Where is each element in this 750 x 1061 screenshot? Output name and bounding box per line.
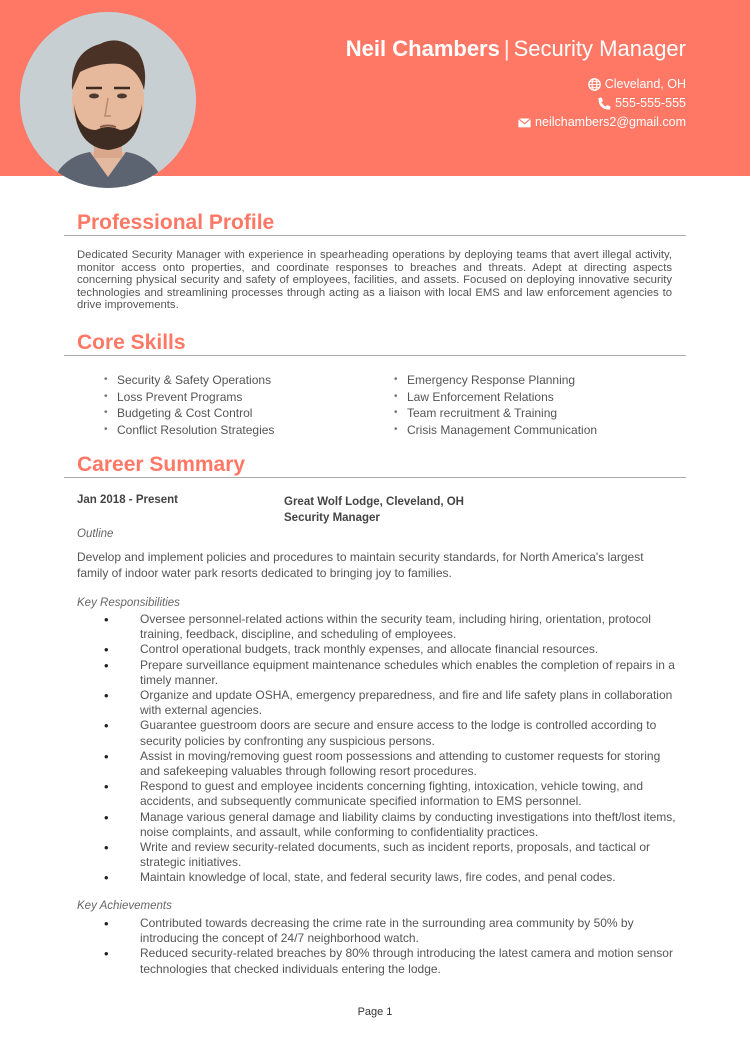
bullet-icon: • [104,657,109,673]
bullet-icon: • [104,946,109,962]
bullet-icon: • [104,779,109,795]
page-number: Page 1 [357,1006,393,1018]
bullet-icon: • [104,423,108,435]
bullet-icon: • [104,840,109,856]
contact-location: Cleveland, OH [587,77,686,91]
section-heading: Core Skills [77,331,186,354]
job-dates: Jan 2018 - Present [77,494,179,506]
bullet-icon: • [104,809,109,825]
skill-item: • Team recruitment & Training [394,406,558,420]
achievements-list: • Contributed towards decreasing the crim… [100,916,680,977]
skill-item: • Conflict Resolution Strategies [104,422,275,437]
responsibilities-label: Key Responsibilities [77,597,180,609]
bullet-icon: • [394,390,398,402]
responsibility-item: • Control operational budgets, track mont… [100,642,680,657]
skill-item: • Emergency Response Planning [394,373,576,387]
bullet-icon: • [394,407,398,418]
responsibility-item: • Respond to guest and employee incidents… [100,779,680,809]
responsibility-item: • Maintain knowledge of local, state, and… [100,870,680,885]
contact-email: neilchambers2@gmail.com [518,115,686,129]
responsibility-item: • Manage various general damage and liabi… [100,810,680,840]
section-core-skills: Core Skills [64,331,686,356]
envelope-icon [518,117,531,127]
profile-photo [20,12,196,188]
profile-summary: Dedicated Security Manager with experien… [77,249,672,312]
bullet-icon: • [104,870,109,886]
email-text[interactable]: neilchambers2@gmail.com [535,115,686,129]
phone-icon [598,96,611,110]
skill-item: • Law Enforcement Relations [394,389,554,404]
responsibility-item: • Prepare surveillance equipment maintena… [100,658,680,688]
location-text: Cleveland, OH [604,77,686,91]
responsibility-item: • Organize and update OSHA, emergency pre… [100,688,680,718]
skill-item: • Security & Safety Operations [104,373,272,387]
bullet-icon: • [104,612,109,627]
section-career-summary: Career Summary [64,453,686,478]
job-employer-block: Great Wolf Lodge, Cleveland, OH Security… [284,494,464,526]
skill-item: • Budgeting & Cost Control [104,406,253,420]
section-professional-profile: Professional Profile [64,211,686,236]
bullet-icon: • [104,718,109,734]
job-outline: Develop and implement policies and proce… [77,550,644,580]
skills-column-right: • Emergency Response Planning • Law Enforc… [394,372,684,438]
responsibility-item: • Write and review security-related docum… [100,840,680,870]
candidate-name: Neil Chambers [345,36,500,61]
bullet-icon: • [104,688,109,704]
name-separator: | [503,36,510,61]
name-title-line: Neil Chambers | Security Manager [346,36,686,62]
bullet-icon: • [394,374,398,385]
outline-label: Outline [77,528,114,540]
achievement-item: • Contributed towards decreasing the crim… [100,916,680,946]
achievement-item: • Reduced security-related breaches by 80… [100,946,680,976]
responsibility-item: • Assist in moving/removing guest room po… [100,749,680,779]
bullet-icon: • [104,748,109,764]
responsibility-item: • Guarantee guestroom doors are secure an… [100,718,680,748]
skill-item: • Crisis Management Communication [394,422,598,437]
job-role: Security Manager [284,512,380,524]
contact-phone: 555-555-555 [598,96,686,110]
bullet-icon: • [104,642,109,658]
candidate-job-title: Security Manager [513,36,686,61]
globe-icon [587,77,601,91]
responsibility-item: • Oversee personnel-related actions withi… [100,612,680,642]
skills-column-left: • Security & Safety Operations • Loss Prev… [104,372,394,438]
skill-item: • Loss Prevent Programs [104,389,243,404]
bullet-icon: • [104,390,108,402]
section-heading: Career Summary [77,453,246,476]
bullet-icon: • [104,916,109,931]
bullet-icon: • [104,407,108,418]
person-portrait-icon [20,12,196,188]
bullet-icon: • [104,374,108,385]
bullet-icon: • [394,423,398,435]
responsibilities-list: • Oversee personnel-related actions withi… [100,612,680,886]
phone-text[interactable]: 555-555-555 [615,96,686,110]
job-company: Great Wolf Lodge, Cleveland, OH [284,496,464,508]
skills-list: • Security & Safety Operations • Loss Prev… [104,372,684,438]
achievements-label: Key Achievements [77,900,172,912]
section-heading: Professional Profile [77,211,275,234]
